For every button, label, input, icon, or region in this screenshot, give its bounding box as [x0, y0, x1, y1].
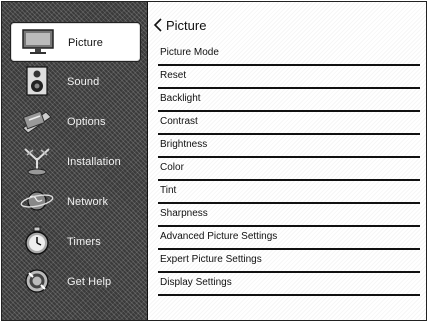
- menu-item-display-settings[interactable]: Display Settings: [158, 273, 420, 296]
- sidebar: Picture Sound Options Installation Netwo…: [2, 2, 148, 320]
- sidebar-item-label: Picture: [68, 37, 103, 49]
- speaker-icon: [20, 66, 54, 96]
- tv-settings-screen: Picture Sound Options Installation Netwo…: [1, 1, 427, 321]
- sidebar-item-label: Sound: [67, 76, 100, 88]
- menu-item-label: Reset: [160, 70, 187, 81]
- menu-item-label: Sharpness: [160, 208, 208, 219]
- sidebar-item-label: Options: [67, 116, 106, 128]
- menu-item-sharpness[interactable]: Sharpness: [158, 204, 420, 227]
- sidebar-item-label: Timers: [67, 236, 101, 248]
- menu-item-contrast[interactable]: Contrast: [158, 112, 420, 135]
- menu-item-label: Backlight: [160, 93, 201, 104]
- sidebar-item-label: Installation: [67, 156, 121, 168]
- menu-item-label: Color: [160, 162, 184, 173]
- sidebar-item-picture[interactable]: Picture: [10, 22, 141, 62]
- globe-icon: [20, 186, 54, 216]
- page-title: Picture: [166, 17, 207, 33]
- menu-item-picture-mode[interactable]: Picture Mode: [158, 43, 420, 66]
- menu-item-expert-picture-settings[interactable]: Expert Picture Settings: [158, 250, 420, 273]
- menu-item-label: Brightness: [160, 139, 208, 150]
- menu-item-backlight[interactable]: Backlight: [158, 89, 420, 112]
- back-button[interactable]: Picture: [153, 17, 206, 33]
- menu-item-brightness[interactable]: Brightness: [158, 135, 420, 158]
- menu-item-label: Picture Mode: [160, 47, 219, 58]
- monitor-icon: [21, 27, 55, 57]
- menu-item-tint[interactable]: Tint: [158, 181, 420, 204]
- chevron-left-icon: [153, 18, 162, 32]
- picture-settings-panel: Picture Picture Mode Reset Backlight Con…: [149, 2, 426, 320]
- sidebar-item-options[interactable]: Options: [10, 102, 141, 142]
- menu-item-advanced-picture-settings[interactable]: Advanced Picture Settings: [158, 227, 420, 250]
- menu-item-label: Display Settings: [160, 277, 232, 288]
- help-icon: [20, 266, 54, 296]
- sidebar-item-label: Network: [67, 196, 109, 208]
- sidebar-item-label: Get Help: [67, 276, 112, 288]
- antenna-icon: [20, 146, 54, 176]
- menu-item-reset[interactable]: Reset: [158, 66, 420, 89]
- sidebar-item-get-help[interactable]: Get Help: [10, 262, 141, 302]
- sidebar-item-sound[interactable]: Sound: [10, 62, 141, 102]
- menu-item-label: Contrast: [160, 116, 198, 127]
- sidebar-item-network[interactable]: Network: [10, 182, 141, 222]
- sidebar-item-installation[interactable]: Installation: [10, 142, 141, 182]
- menu-item-label: Expert Picture Settings: [160, 254, 262, 265]
- menu-item-color[interactable]: Color: [158, 158, 420, 181]
- stopwatch-icon: [20, 226, 54, 256]
- menu-item-label: Advanced Picture Settings: [160, 231, 278, 242]
- options-icon: [20, 106, 54, 136]
- menu-item-label: Tint: [160, 185, 177, 196]
- sidebar-item-timers[interactable]: Timers: [10, 222, 141, 262]
